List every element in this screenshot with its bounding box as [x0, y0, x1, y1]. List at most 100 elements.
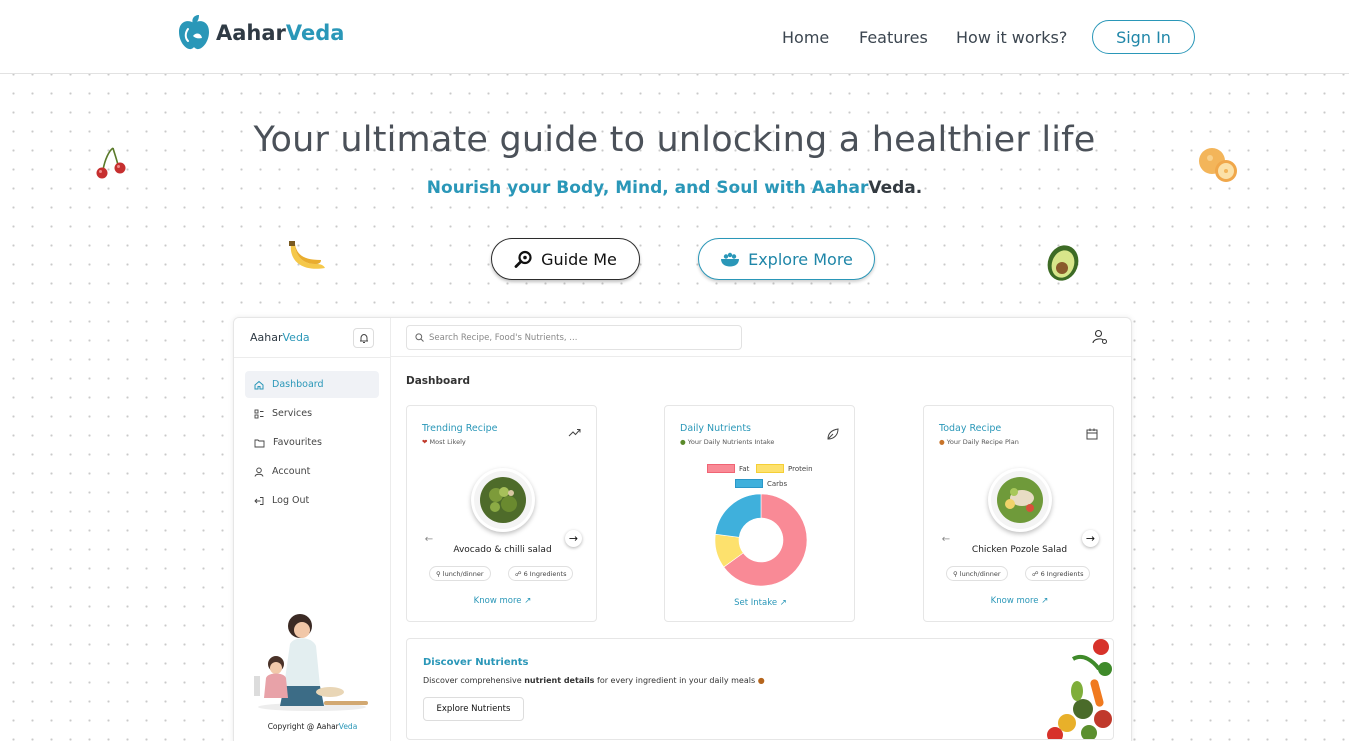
ingredients-chip-text: 6 Ingredients: [523, 569, 567, 578]
sidebar-item-logout[interactable]: Log Out: [245, 487, 379, 514]
dashboard-topbar: Search Recipe, Food's Nutrients, ...: [391, 318, 1131, 357]
fork-knife-icon: ⚲: [953, 569, 958, 578]
sidebar-item-label: Log Out: [272, 495, 310, 506]
copyright-part1: Copyright @ Aahar: [267, 722, 339, 731]
sidebar-item-label: Favourites: [273, 437, 322, 448]
bell-icon: [359, 333, 368, 343]
banana-icon: [289, 241, 325, 269]
dashboard-brand-part2: Veda: [282, 331, 310, 344]
external-link-icon: ↗: [524, 596, 532, 606]
trending-recipe-card: Trending Recipe ❤ Most Likely ← → Avocad…: [406, 405, 597, 622]
hero-title: Your ultimate guide to unlocking a healt…: [253, 120, 1096, 160]
heart-emoji-icon: ❤: [422, 438, 428, 446]
user-settings-icon[interactable]: [1092, 329, 1108, 345]
legend-label: Protein: [788, 464, 813, 473]
dish-image-chicken-pozole-salad: [988, 468, 1052, 532]
meal-type-chip-text: lunch/dinner: [959, 569, 1001, 578]
set-intake-link[interactable]: Set Intake ↗: [665, 598, 856, 608]
fork-knife-icon: ⚲: [436, 569, 441, 578]
food-bowl-icon: [720, 251, 740, 267]
logo[interactable]: AaharVeda: [176, 14, 344, 52]
legend-fat: Fat: [707, 464, 749, 473]
avocado-icon: [1047, 245, 1079, 281]
nav-features-link[interactable]: Features: [859, 28, 928, 47]
sidebar-item-account[interactable]: Account: [245, 458, 379, 485]
discover-text-after: for every ingredient in your daily meals: [594, 676, 756, 685]
vegetables-illustration: [1047, 639, 1112, 739]
guide-me-label: Guide Me: [541, 249, 617, 269]
discover-title: Discover Nutrients: [423, 657, 529, 668]
card-subtitle-text: Most Likely: [429, 438, 466, 446]
explore-more-label: Explore More: [748, 249, 853, 269]
meal-type-chip: ⚲ lunch/dinner: [946, 566, 1008, 581]
page-title: Dashboard: [406, 375, 471, 387]
dashboard-preview: AaharVeda Dashboard Services Favourites …: [233, 317, 1132, 741]
know-more-text: Know more: [473, 596, 522, 606]
hero-subtitle: Nourish your Body, Mind, and Soul with A…: [0, 178, 1349, 198]
dish-name: Avocado & chilli salad: [453, 545, 552, 555]
copyright-text: Copyright @ AaharVeda: [234, 722, 391, 731]
hero-subtitle-part2: Veda.: [868, 178, 923, 198]
copyright-part2: Veda: [338, 722, 358, 731]
card-title: Today Recipe: [939, 423, 1002, 434]
dashboard-sidebar: AaharVeda Dashboard Services Favourites …: [234, 318, 391, 741]
discover-nutrients-panel: Discover Nutrients Discover comprehensiv…: [406, 638, 1114, 740]
nav-home-link[interactable]: Home: [782, 28, 829, 47]
orange-icon: [1199, 148, 1237, 182]
explore-more-button[interactable]: Explore More: [698, 238, 875, 280]
dashboard-brand-part1: Aahar: [250, 331, 283, 344]
meal-type-chip-text: lunch/dinner: [442, 569, 484, 578]
dish-name: Chicken Pozole Salad: [971, 545, 1068, 555]
nav-how-it-works-link[interactable]: How it works?: [956, 28, 1067, 47]
daily-nutrients-card: Daily Nutrients ● Your Daily Nutrients I…: [664, 405, 855, 622]
search-magnifier-icon: [514, 250, 533, 269]
calendar-icon: [1086, 428, 1098, 440]
set-intake-text: Set Intake: [734, 598, 778, 608]
search-icon: [415, 333, 424, 342]
card-subtitle: ● Your Daily Recipe Plan: [939, 438, 1019, 446]
apple-leaf-logo-icon: [179, 15, 209, 50]
logo-text-part1: Aahar: [216, 21, 286, 45]
legend-swatch: [707, 464, 735, 473]
sidebar-item-favourites[interactable]: Favourites: [245, 429, 379, 456]
navbar: AaharVeda Home Features How it works? Si…: [0, 0, 1349, 74]
nutrients-donut-chart: [714, 493, 808, 587]
know-more-link[interactable]: Know more ↗: [407, 596, 598, 606]
food-bowl-emoji-icon: ●: [757, 676, 765, 685]
sidebar-item-services[interactable]: Services: [245, 400, 379, 427]
sign-in-button[interactable]: Sign In: [1092, 20, 1195, 54]
ingredients-chip: ☍ 6 Ingredients: [508, 566, 574, 581]
donut-slice-carbs: [715, 493, 762, 538]
card-title: Daily Nutrients: [680, 423, 751, 434]
card-subtitle: ● Your Daily Nutrients Intake: [680, 438, 774, 446]
ingredients-chip-text: 6 Ingredients: [1040, 569, 1084, 578]
folder-heart-icon: [254, 439, 265, 447]
card-subtitle-text: Your Daily Recipe Plan: [946, 438, 1019, 446]
external-link-icon: ↗: [779, 598, 787, 608]
card-subtitle-text: Your Daily Nutrients Intake: [687, 438, 775, 446]
leaf-icon: [827, 428, 839, 440]
list-icon: [254, 409, 264, 418]
trending-up-icon: [568, 429, 581, 437]
legend-label: Carbs: [767, 479, 788, 488]
card-subtitle: ❤ Most Likely: [422, 438, 466, 446]
legend-protein: Protein: [756, 464, 813, 473]
card-title: Trending Recipe: [422, 423, 498, 434]
sidebar-item-dashboard[interactable]: Dashboard: [245, 371, 379, 398]
search-input[interactable]: Search Recipe, Food's Nutrients, ...: [406, 325, 742, 350]
discover-text-before: Discover comprehensive: [423, 676, 525, 685]
sidebar-divider: [234, 357, 391, 358]
guide-me-button[interactable]: Guide Me: [491, 238, 640, 280]
dish-image-avocado-salad: [471, 468, 535, 532]
explore-nutrients-button[interactable]: Explore Nutrients: [423, 697, 524, 721]
notification-bell-button[interactable]: [353, 328, 374, 348]
cherries-icon: [96, 147, 126, 179]
logout-icon: [254, 496, 264, 505]
ingredients-chip: ☍ 6 Ingredients: [1025, 566, 1091, 581]
sidebar-item-label: Account: [272, 466, 311, 477]
dashboard-brand: AaharVeda: [250, 331, 310, 344]
know-more-link[interactable]: Know more ↗: [924, 596, 1115, 606]
bowl-emoji-icon: ●: [939, 438, 945, 446]
sidebar-item-label: Services: [272, 408, 313, 419]
home-icon: [254, 380, 264, 389]
